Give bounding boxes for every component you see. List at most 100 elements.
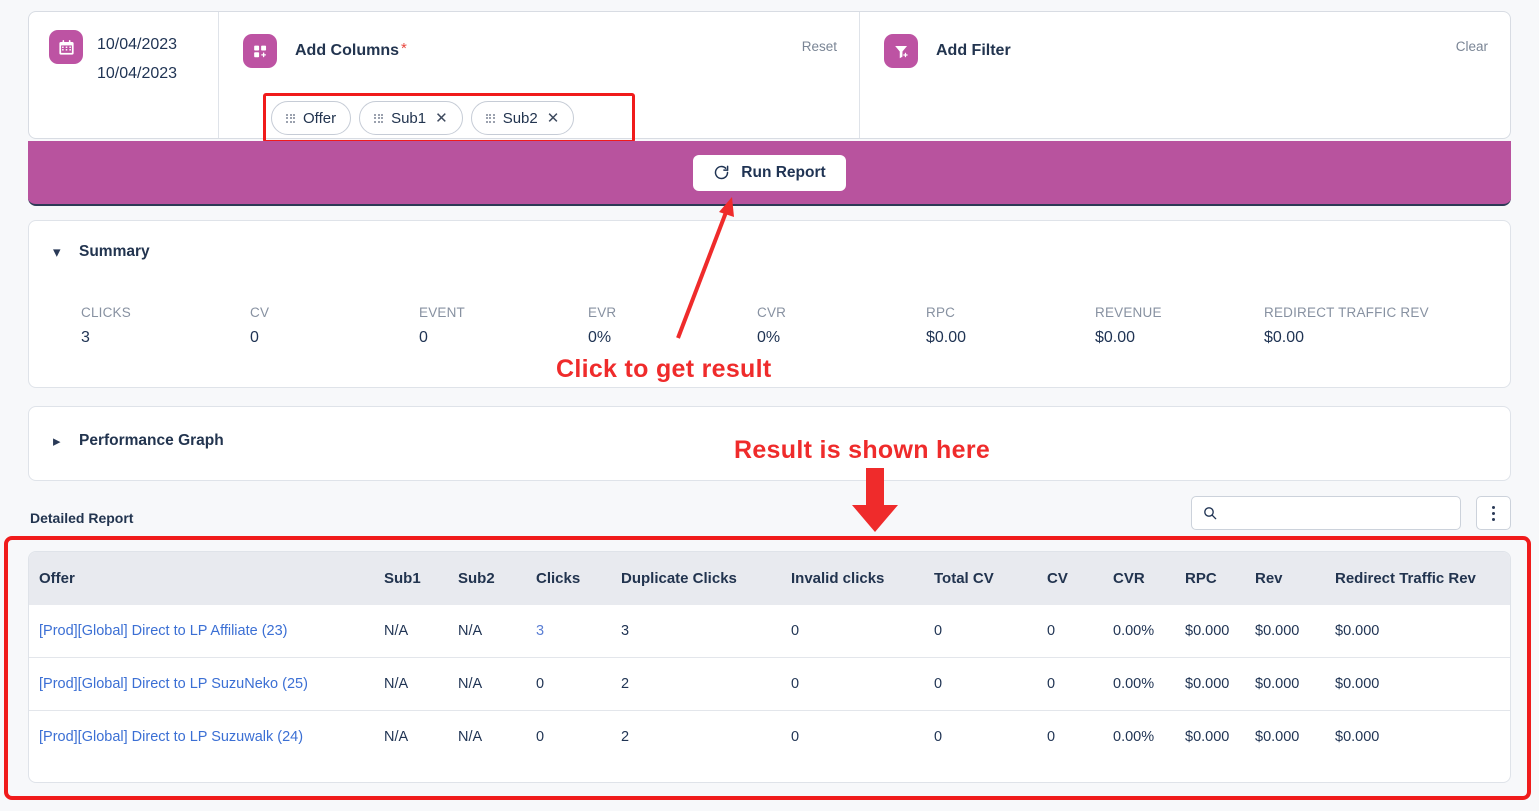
table-cell-cv: 0 [1047,605,1113,658]
table-cell-rev: $0.000 [1255,711,1335,764]
drag-handle-icon[interactable] [374,114,383,123]
summary-metric-value: $0.00 [1095,329,1162,347]
run-report-bar: Run Report [28,141,1511,206]
kebab-menu-icon [1492,506,1495,521]
table-row: [Prod][Global] Direct to LP SuzuNeko (25… [29,658,1511,711]
table-cell-sub1: N/A [384,605,458,658]
table-column-header[interactable]: Clicks [536,552,621,605]
summary-metric: CVR 0% [757,305,786,347]
detailed-report-search[interactable] [1191,496,1461,530]
summary-header[interactable]: ▾ Summary [29,221,1510,261]
table-row: [Prod][Global] Direct to LP Affiliate (2… [29,605,1511,658]
table-column-header[interactable]: Invalid clicks [791,552,934,605]
table-column-header[interactable]: Offer [29,552,384,605]
offer-link[interactable]: [Prod][Global] Direct to LP Suzuwalk (24… [39,729,303,745]
chip-remove-icon[interactable]: ✕ [435,111,448,126]
offer-link[interactable]: [Prod][Global] Direct to LP Affiliate (2… [39,623,288,639]
table-column-header[interactable]: Duplicate Clicks [621,552,791,605]
drag-handle-icon[interactable] [286,114,295,123]
column-chip-label: Sub1 [391,110,426,127]
table-cell-duplicate-clicks: 2 [621,711,791,764]
date-from[interactable]: 10/04/2023 [97,30,177,59]
table-cell-offer[interactable]: [Prod][Global] Direct to LP SuzuNeko (25… [29,658,384,711]
offer-link[interactable]: [Prod][Global] Direct to LP SuzuNeko (25… [39,676,308,692]
drag-handle-icon[interactable] [486,114,495,123]
clear-link[interactable]: Clear [1456,39,1488,54]
run-report-button[interactable]: Run Report [693,155,845,191]
table-row: [Prod][Global] Direct to LP Suzuwalk (24… [29,711,1511,764]
table-cell-invalid-clicks: 0 [791,658,934,711]
table-cell-cv: 0 [1047,711,1113,764]
annotation-click-to-get-result: Click to get result [556,355,771,384]
table-cell-duplicate-clicks: 2 [621,658,791,711]
annotation-result-is-shown-here: Result is shown here [734,436,990,465]
table-cell-cvr: 0.00% [1113,711,1185,764]
table-cell-sub2: N/A [458,658,536,711]
table-column-header[interactable]: CVR [1113,552,1185,605]
table-column-header[interactable]: CV [1047,552,1113,605]
table-column-header[interactable]: Total CV [934,552,1047,605]
detailed-report-table: OfferSub1Sub2ClicksDuplicate ClicksInval… [29,552,1511,763]
table-cell-clicks: 0 [536,658,621,711]
table-cell-invalid-clicks: 0 [791,605,934,658]
table-column-header[interactable]: RPC [1185,552,1255,605]
table-cell-duplicate-clicks: 3 [621,605,791,658]
date-range-panel[interactable]: 10/04/2023 10/04/2023 [29,12,219,138]
detailed-report-menu-button[interactable] [1476,496,1511,530]
table-cell-rpc: $0.000 [1185,711,1255,764]
summary-metric-label: REVENUE [1095,305,1162,320]
column-chip-label: Offer [303,110,336,127]
table-cell-offer[interactable]: [Prod][Global] Direct to LP Suzuwalk (24… [29,711,384,764]
summary-metric: RPC$0.00 [926,305,966,347]
table-column-header[interactable]: Redirect Traffic Rev [1335,552,1511,605]
clicks-link[interactable]: 3 [536,623,544,639]
selected-columns-chips: Offer Sub1 ✕ Sub2 ✕ [263,93,635,143]
add-filter-panel: Add Filter Clear [860,12,1510,138]
column-chip[interactable]: Sub2 ✕ [471,101,575,135]
refresh-icon [713,164,730,181]
summary-metric-value: $0.00 [1264,329,1429,347]
reset-link[interactable]: Reset [802,39,837,54]
date-to[interactable]: 10/04/2023 [97,59,177,88]
summary-metric-value: 0% [588,329,616,347]
table-cell-clicks[interactable]: 3 [536,605,621,658]
summary-metric: REVENUE $0.00 [1095,305,1162,347]
table-body: [Prod][Global] Direct to LP Affiliate (2… [29,605,1511,763]
summary-metric-label: EVR [588,305,616,320]
column-chip-label: Sub2 [503,110,538,127]
annotation-arrow-to-table [845,468,905,534]
table-column-header[interactable]: Sub1 [384,552,458,605]
chevron-down-icon: ▾ [53,243,67,261]
table-cell-offer[interactable]: [Prod][Global] Direct to LP Affiliate (2… [29,605,384,658]
search-input[interactable] [1226,504,1450,522]
table-cell-rev: $0.000 [1255,658,1335,711]
summary-metric-value: 0% [757,329,786,347]
column-chip[interactable]: Offer [271,101,351,135]
column-chip[interactable]: Sub1 ✕ [359,101,463,135]
add-filter-title: Add Filter [936,42,1011,60]
table-cell-clicks: 0 [536,711,621,764]
table-header-row: OfferSub1Sub2ClicksDuplicate ClicksInval… [29,552,1511,605]
table-cell-cv: 0 [1047,658,1113,711]
table-cell-sub1: N/A [384,711,458,764]
summary-metric-label: CLICKS [81,305,131,320]
table-column-header[interactable]: Rev [1255,552,1335,605]
required-asterisk: * [401,40,407,57]
table-cell-redirect-traffic-rev: $0.000 [1335,658,1511,711]
summary-metric-label: CV [250,305,269,320]
summary-metric-label: CVR [757,305,786,320]
summary-metric-value: 3 [81,329,131,347]
annotation-arrow-to-run-report [660,195,750,345]
summary-metric: CLICKS 3 [81,305,131,347]
table-cell-sub2: N/A [458,605,536,658]
summary-title: Summary [79,243,150,261]
chip-remove-icon[interactable]: ✕ [547,111,560,126]
table-cell-total-cv: 0 [934,605,1047,658]
table-cell-sub2: N/A [458,711,536,764]
report-filters-card: 10/04/2023 10/04/2023 Add Columns * Rese… [28,11,1511,139]
summary-metric: CV0 [250,305,269,347]
table-column-header[interactable]: Sub2 [458,552,536,605]
table-cell-rpc: $0.000 [1185,605,1255,658]
summary-metric: EVENT0 [419,305,465,347]
summary-metric-value: $0.00 [926,329,966,347]
